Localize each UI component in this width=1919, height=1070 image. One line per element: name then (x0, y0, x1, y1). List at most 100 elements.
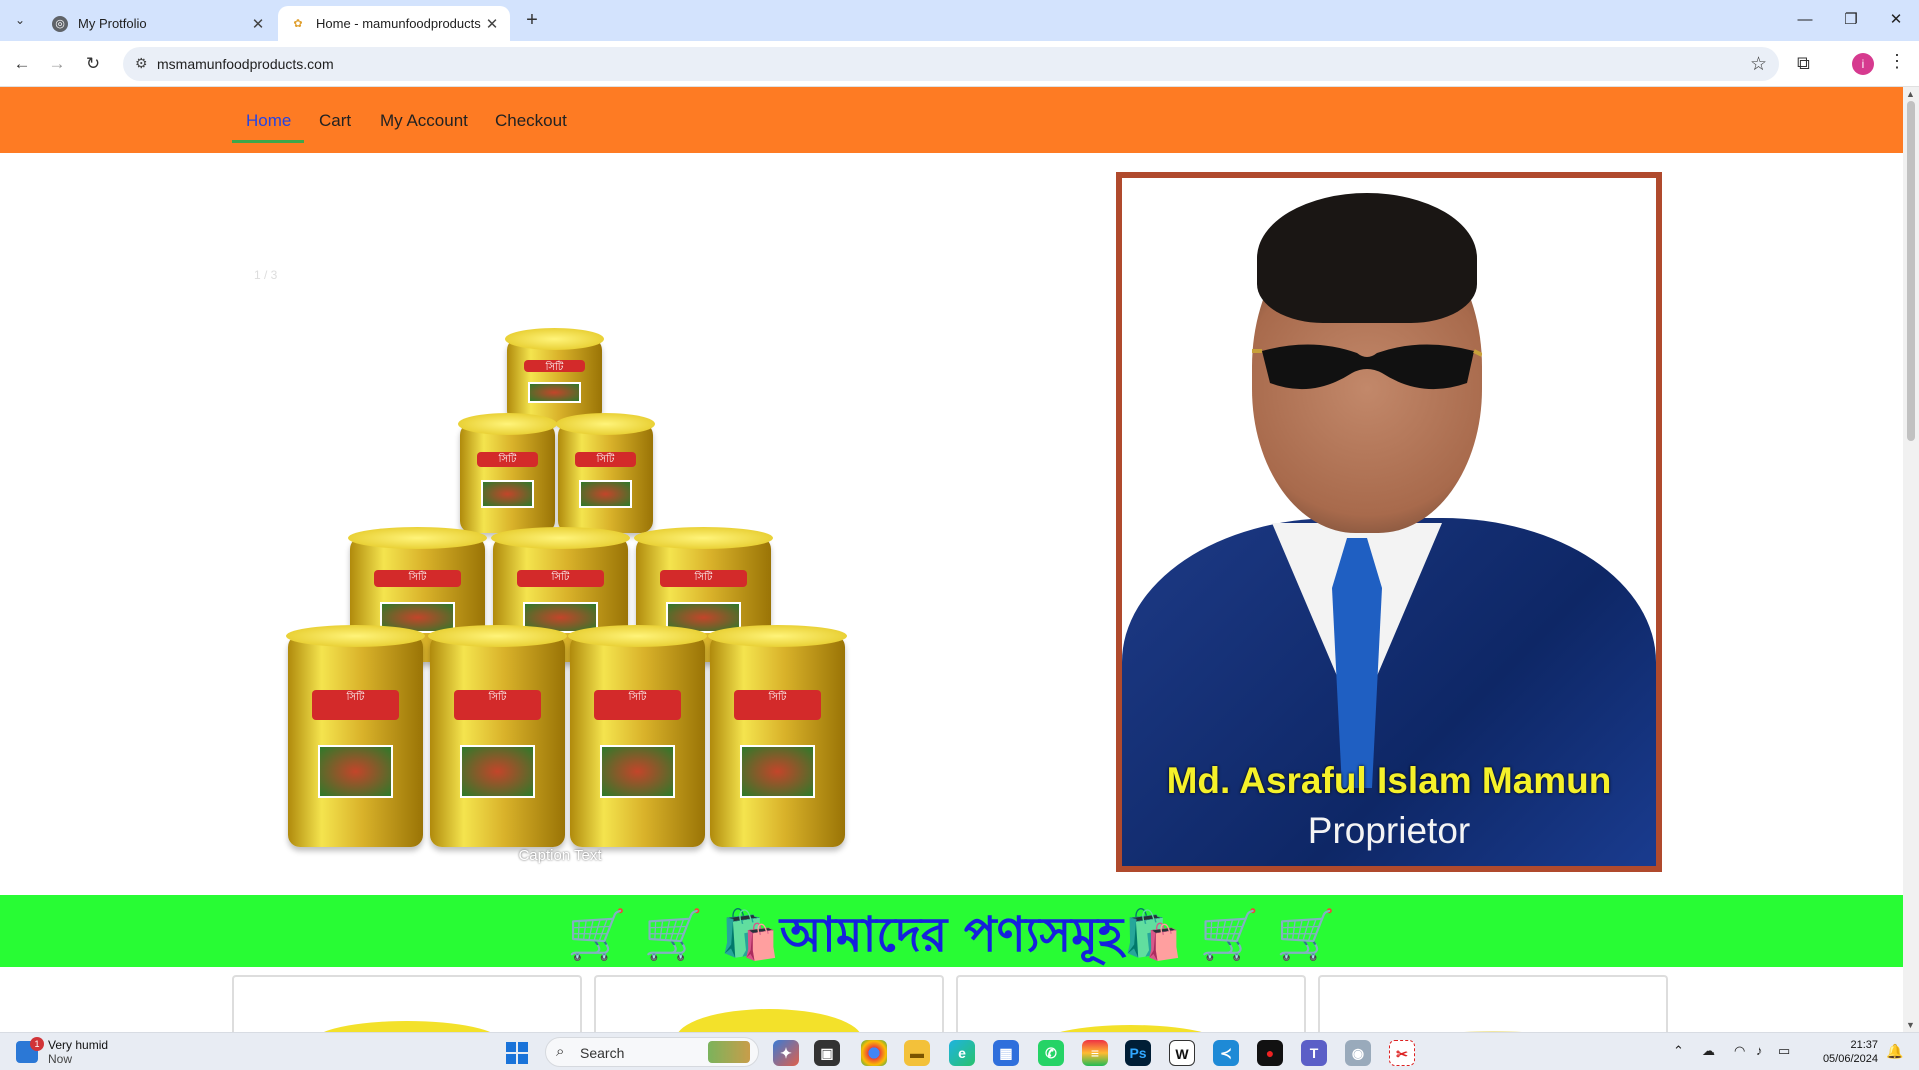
proprietor-name: Md. Asraful Islam Mamun (1166, 760, 1612, 801)
vscode-icon[interactable]: ≺ (1213, 1040, 1239, 1066)
close-icon[interactable]: ✕ (248, 15, 268, 33)
taskbar-search[interactable]: ⌕ Search (545, 1037, 759, 1067)
ghee-can: সিটি (708, 625, 847, 847)
product-image (314, 1021, 500, 1032)
product-card[interactable] (1318, 975, 1668, 1032)
slide-counter: 1 / 3 (254, 268, 278, 282)
product-cards (230, 975, 1668, 1032)
teams-icon[interactable]: T (1301, 1040, 1327, 1066)
search-placeholder: Search (580, 1045, 625, 1061)
edge-icon[interactable]: e (949, 1040, 975, 1066)
restore-icon: ❐ (1844, 11, 1858, 28)
page-scrollbar[interactable]: ▲ ▼ (1903, 87, 1919, 1032)
product-card[interactable] (232, 975, 582, 1032)
back-button[interactable]: ← (9, 51, 35, 77)
tab-home-mamunfoodproducts[interactable]: ✿ Home - mamunfoodproducts ✕ (278, 6, 510, 41)
clock-time: 21:37 (1850, 1039, 1878, 1051)
ghee-can: সিটি (428, 625, 567, 847)
new-tab-button[interactable]: + (520, 9, 544, 32)
product-image (676, 1009, 862, 1032)
products-banner: 🛒 🛒 🛍️আমাদের পণ্যসমূহ🛍️ 🛒 🛒 (0, 895, 1903, 967)
system-clock[interactable]: 21:37 05/06/2024 (1808, 1038, 1878, 1066)
tab-title: Home - mamunfoodproducts (316, 16, 481, 31)
weather-widget[interactable]: 1 Very humid Now (16, 1037, 109, 1066)
more-menu-icon[interactable]: ⋮ (1888, 51, 1906, 72)
arrow-right-icon: → (48, 54, 66, 73)
restore-button[interactable]: ❐ (1828, 6, 1874, 34)
chrome-icon[interactable] (861, 1040, 887, 1066)
proprietor-photo: Md. Asraful Islam Mamun Proprietor (1116, 172, 1662, 872)
reload-icon: ↻ (85, 54, 101, 73)
weather-title: Very humid (48, 1038, 109, 1052)
chevron-up-icon[interactable]: ⌃ (1673, 1043, 1684, 1059)
tab-search-button[interactable]: ⌄ (8, 8, 32, 32)
arrow-left-icon: ← (13, 54, 31, 73)
task-view-icon[interactable]: ▣ (814, 1040, 840, 1066)
product-image (1038, 1025, 1224, 1032)
windows-taskbar: 1 Very humid Now ⌕ Search ✦ ▣ ▬ e ▦ ✆ ≡ … (0, 1032, 1919, 1070)
camera-app-icon[interactable]: ◉ (1345, 1040, 1371, 1066)
proprietor-role: Proprietor (1307, 810, 1471, 851)
nav-home[interactable]: Home (246, 111, 291, 131)
close-icon[interactable]: ✕ (482, 15, 502, 33)
bookmark-star-icon[interactable]: ☆ (1750, 53, 1767, 76)
product-slider[interactable]: 1 / 3 সিটি সিটি সিটি সিটি সিটি সিটি সিটি… (250, 153, 870, 963)
weather-sub: Now (48, 1052, 73, 1066)
ghee-can: সিটি (286, 625, 425, 847)
scrollbar-thumb[interactable] (1907, 101, 1915, 441)
record-icon[interactable]: ● (1257, 1040, 1283, 1066)
tab-title: My Protfolio (78, 16, 147, 31)
site-favicon-icon: ✿ (293, 18, 303, 30)
clock-date: 05/06/2024 (1822, 1053, 1878, 1065)
scroll-up-icon[interactable]: ▲ (1906, 89, 1915, 99)
ghee-can: সিটি (505, 328, 604, 423)
address-bar[interactable]: ⚙ msmamunfoodproducts.com ☆ (123, 47, 1779, 81)
store-icon[interactable]: ▦ (993, 1040, 1019, 1066)
whatsapp-icon[interactable]: ✆ (1038, 1040, 1064, 1066)
onedrive-icon[interactable]: ☁ (1702, 1043, 1715, 1059)
file-explorer-icon[interactable]: ▬ (904, 1040, 930, 1066)
profile-avatar[interactable]: i (1852, 53, 1874, 75)
plus-icon: + (526, 9, 538, 31)
scroll-down-icon[interactable]: ▼ (1906, 1020, 1915, 1030)
weather-icon: 1 (16, 1037, 44, 1063)
chevron-down-icon: ⌄ (14, 13, 26, 27)
url-text[interactable]: msmamunfoodproducts.com (157, 56, 334, 72)
photoshop-icon[interactable]: Ps (1125, 1040, 1151, 1066)
battery-icon[interactable]: ▭ (1778, 1043, 1790, 1059)
nav-cart[interactable]: Cart (319, 111, 351, 131)
site-settings-icon[interactable]: ⚙ (135, 55, 148, 72)
ghee-can: সিটি (556, 413, 655, 533)
snip-icon[interactable]: ✂ (1389, 1040, 1415, 1066)
browser-tab-strip: ⌄ ◎ My Protfolio ✕ ✿ Home - mamunfoodpro… (0, 0, 1919, 41)
reload-button[interactable]: ↻ (80, 51, 106, 77)
notification-badge: 1 (30, 1037, 44, 1051)
start-button[interactable] (506, 1042, 528, 1064)
volume-icon[interactable]: ♪ (1756, 1043, 1763, 1058)
copilot-icon[interactable]: ✦ (773, 1040, 799, 1066)
forward-button[interactable]: → (44, 51, 70, 77)
tab-my-portfolio[interactable]: ◎ My Protfolio ✕ (40, 6, 276, 41)
browser-toolbar: ← → ↻ ⚙ msmamunfoodproducts.com ☆ ⧉ i ⋮ (0, 41, 1919, 87)
globe-icon: ◎ (52, 15, 68, 32)
close-window-button[interactable]: ✕ (1873, 6, 1919, 34)
extensions-icon[interactable]: ⧉ (1797, 53, 1810, 74)
product-card[interactable] (594, 975, 944, 1032)
minimize-button[interactable]: — (1782, 6, 1828, 34)
web-page: Home Cart My Account Checkout 1 / 3 সিটি… (0, 87, 1903, 1032)
ghee-can: সিটি (568, 625, 707, 847)
notification-bell-icon[interactable]: 🔔 (1886, 1043, 1903, 1060)
sunglasses-icon (1252, 344, 1482, 390)
wifi-icon[interactable]: ◠ (1734, 1043, 1745, 1059)
search-highlight-image (708, 1041, 750, 1063)
nav-checkout[interactable]: Checkout (495, 111, 567, 131)
products-heading: 🛒 🛒 🛍️আমাদের পণ্যসমূহ🛍️ 🛒 🛒 (567, 907, 1336, 963)
site-navigation: Home Cart My Account Checkout (0, 87, 1903, 153)
product-card[interactable] (956, 975, 1306, 1032)
nav-my-account[interactable]: My Account (380, 111, 468, 131)
app-stack-icon[interactable]: ≡ (1082, 1040, 1108, 1066)
slide-caption: Caption Text (518, 847, 602, 864)
search-icon: ⌕ (556, 1043, 565, 1060)
wl-app-icon[interactable]: W (1169, 1040, 1195, 1066)
active-nav-underline (232, 140, 304, 143)
